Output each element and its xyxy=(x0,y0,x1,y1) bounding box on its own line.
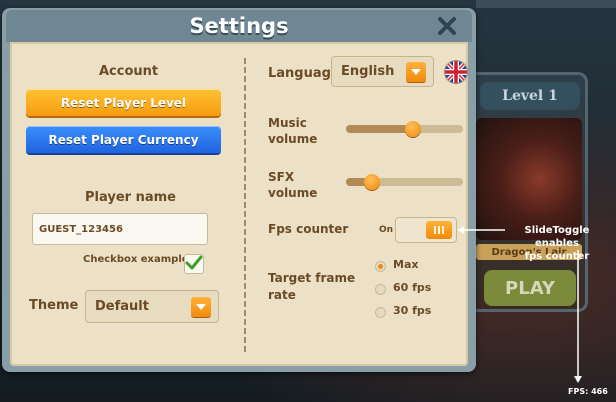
fps-readout: FPS: 466 xyxy=(568,387,608,396)
toggle-annotation-line1: SlideToggle enables xyxy=(524,225,590,249)
annotation-arrows xyxy=(458,226,582,383)
toggle-annotation-line2: fps counter xyxy=(524,251,590,262)
toggle-annotation: SlideToggle enables fps counter xyxy=(502,224,612,263)
